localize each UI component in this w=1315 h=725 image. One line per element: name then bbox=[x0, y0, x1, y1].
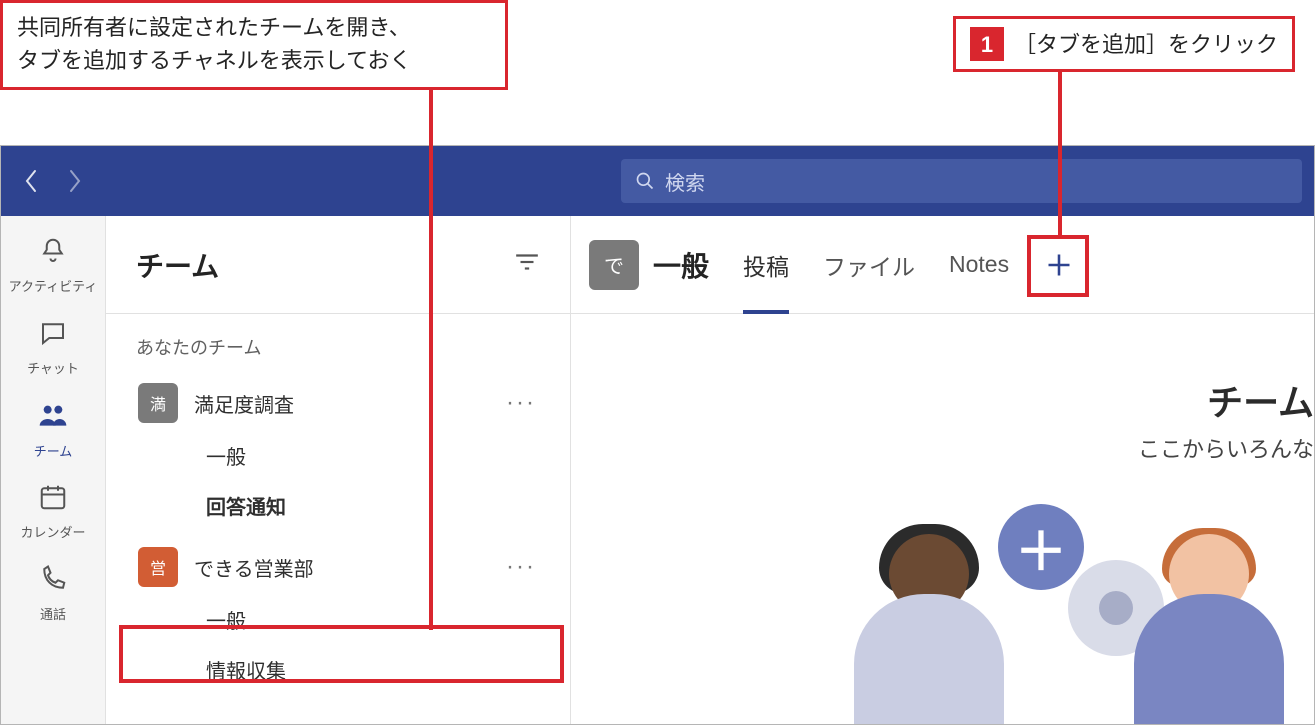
welcome-illustration: ＋ bbox=[794, 474, 1314, 724]
leader-line-left bbox=[429, 84, 433, 630]
search-icon bbox=[635, 171, 655, 191]
team-avatar-2: 営 bbox=[138, 547, 178, 587]
channel-team2-general[interactable]: 一般 bbox=[136, 594, 562, 644]
tab-posts[interactable]: 投稿 bbox=[733, 216, 799, 314]
chat-icon bbox=[38, 318, 68, 354]
teams-icon bbox=[37, 399, 69, 437]
teams-app-window: 検索 アクティビティ チャット bbox=[0, 145, 1315, 725]
phone-icon bbox=[38, 564, 68, 600]
instruction-callout-left: 共同所有者に設定されたチームを開き、 タブを追加するチャネルを表示しておく bbox=[0, 0, 508, 90]
channel-avatar: で bbox=[589, 240, 639, 290]
team-row-2[interactable]: 営 できる営業部 ··· bbox=[136, 540, 562, 594]
leader-line-right bbox=[1058, 68, 1062, 236]
instruction-callout-right: 1 ［タブを追加］をクリック bbox=[953, 16, 1295, 72]
step-number-badge: 1 bbox=[970, 27, 1004, 61]
search-placeholder: 検索 bbox=[665, 167, 705, 196]
channel-team1-general[interactable]: 一般 bbox=[136, 430, 562, 480]
rail-chat[interactable]: チャット bbox=[1, 308, 105, 386]
team-more-1[interactable]: ··· bbox=[506, 389, 562, 417]
rail-teams[interactable]: チーム bbox=[1, 390, 105, 468]
teams-list-title: チーム bbox=[136, 245, 219, 285]
titlebar: 検索 bbox=[1, 146, 1314, 216]
teams-list-pane: チーム あなたのチーム 満 満足度調査 ··· 一般 回答通知 営 bbox=[106, 216, 571, 724]
nav-back-button[interactable] bbox=[13, 163, 49, 199]
channel-title: 一般 bbox=[653, 245, 709, 285]
channel-main-pane: で 一般 投稿 ファイル Notes チーム ここからいろんな ＋ bbox=[571, 216, 1314, 724]
tab-notes[interactable]: Notes bbox=[939, 216, 1019, 314]
channel-team1-answers[interactable]: 回答通知 bbox=[136, 480, 562, 530]
team-name-1: 満足度調査 bbox=[194, 389, 490, 418]
channel-header: で 一般 投稿 ファイル Notes bbox=[571, 216, 1314, 314]
rail-calendar[interactable]: カレンダー bbox=[1, 472, 105, 550]
filter-button[interactable] bbox=[514, 251, 540, 279]
search-input[interactable]: 検索 bbox=[621, 159, 1302, 203]
illustration-person-1 bbox=[844, 534, 1014, 724]
bell-icon bbox=[38, 236, 68, 272]
channel-content: チーム ここからいろんな ＋ bbox=[571, 314, 1314, 724]
illustration-person-2 bbox=[1124, 534, 1294, 724]
plus-icon bbox=[1045, 251, 1073, 279]
app-rail: アクティビティ チャット チーム bbox=[1, 216, 106, 724]
rail-calls[interactable]: 通話 bbox=[1, 554, 105, 632]
welcome-title: チーム bbox=[1207, 374, 1314, 426]
team-avatar-1: 満 bbox=[138, 383, 178, 423]
step-text: ［タブを追加］をクリック bbox=[1014, 28, 1278, 61]
tab-files[interactable]: ファイル bbox=[813, 216, 925, 314]
your-teams-label: あなたのチーム bbox=[136, 334, 562, 360]
rail-activity[interactable]: アクティビティ bbox=[1, 226, 105, 304]
channel-team2-research[interactable]: 情報収集 bbox=[136, 644, 562, 694]
add-tab-button[interactable] bbox=[1039, 245, 1079, 285]
team-name-2: できる営業部 bbox=[194, 553, 490, 582]
team-row-1[interactable]: 満 満足度調査 ··· bbox=[136, 376, 562, 430]
welcome-subtitle: ここからいろんな bbox=[1138, 432, 1314, 464]
team-more-2[interactable]: ··· bbox=[506, 553, 562, 581]
calendar-icon bbox=[38, 482, 68, 518]
nav-forward-button[interactable] bbox=[57, 163, 93, 199]
